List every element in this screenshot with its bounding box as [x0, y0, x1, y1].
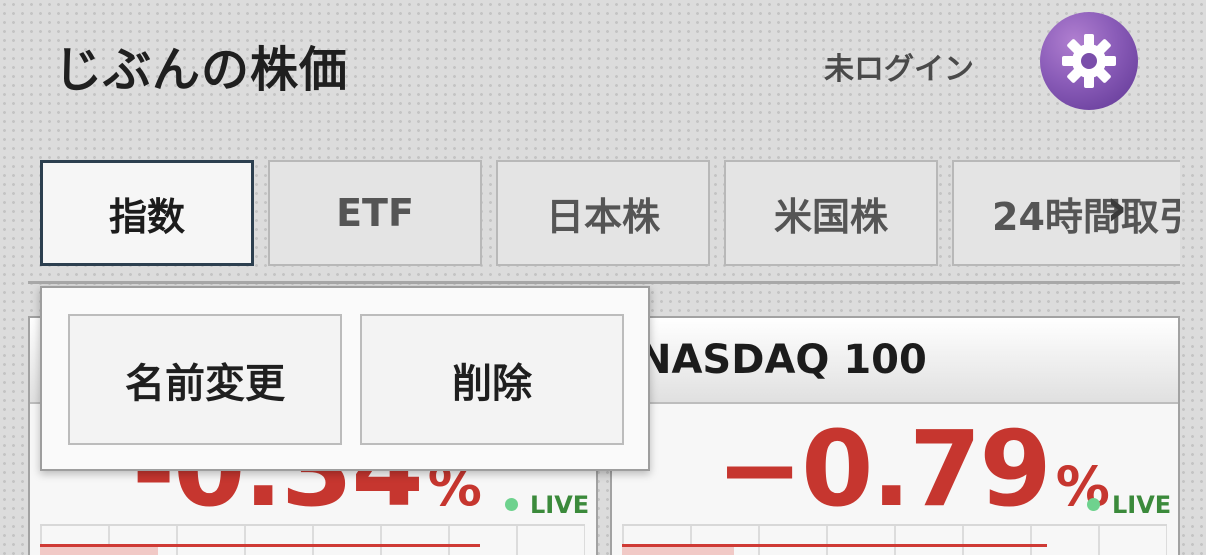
category-tabs: 指数 ETF 日本株 米国株 24時間取引	[40, 158, 1180, 268]
live-label: LIVE	[1112, 491, 1172, 519]
delete-button[interactable]: 削除	[360, 314, 624, 445]
tab-us-stocks[interactable]: 米国株	[724, 160, 938, 266]
card-title: NASDAQ 100	[612, 318, 1178, 404]
rename-button[interactable]: 名前変更	[68, 314, 342, 445]
card-change: −0.79%	[716, 408, 1110, 530]
chevron-right-icon[interactable]: ›	[1106, 182, 1127, 234]
tab-index[interactable]: 指数	[40, 160, 254, 266]
live-indicator-dot	[1087, 498, 1100, 511]
change-unit: %	[1055, 455, 1110, 518]
tab-japan-stocks[interactable]: 日本株	[496, 160, 710, 266]
tab-etf[interactable]: ETF	[268, 160, 482, 266]
live-indicator-dot	[505, 498, 518, 511]
settings-button[interactable]	[1040, 12, 1138, 110]
change-value: −0.79	[716, 408, 1052, 530]
live-label: LIVE	[530, 491, 590, 519]
mini-chart-fill	[40, 547, 158, 555]
tab-24h-trading[interactable]: 24時間取引	[952, 160, 1180, 266]
app-title: じぶんの株価	[54, 42, 349, 98]
context-menu: 名前変更 削除	[40, 286, 650, 471]
mini-chart-fill	[622, 547, 734, 555]
tabs-divider	[28, 281, 1180, 284]
gear-icon	[1062, 34, 1116, 88]
login-status[interactable]: 未ログイン	[824, 44, 974, 88]
